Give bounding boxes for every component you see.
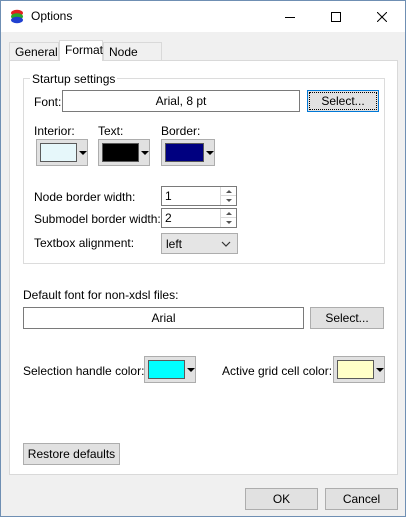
interior-label: Interior: [34,124,75,138]
startup-font-field: Arial, 8 pt [62,90,300,112]
cancel-button[interactable]: Cancel [325,488,398,510]
textbox-alignment-label: Textbox alignment: [34,236,135,250]
default-font-select-button[interactable]: Select... [310,307,384,329]
startup-settings-label: Startup settings [30,72,118,86]
submodel-border-width-spinner[interactable]: 2 [161,208,237,228]
submodel-border-spin-buttons [220,209,236,227]
border-color-swatch [165,143,204,162]
text-label: Text: [98,124,124,138]
options-dialog: Options General Format Node Grid Startup… [0,0,406,517]
text-color-button[interactable] [98,139,150,166]
border-label: Border: [161,124,201,138]
border-color-button[interactable] [161,139,215,166]
textbox-alignment-value: left [166,237,183,251]
node-border-width-label: Node border width: [34,190,136,204]
title-bar: Options [1,1,405,32]
selection-handle-color-button[interactable] [144,356,196,383]
window-title: Options [31,9,73,23]
app-icon [9,8,25,24]
interior-dropdown-arrow-icon [79,151,87,155]
close-icon [377,11,387,22]
node-border-width-spinner[interactable]: 1 [161,186,237,206]
selection-dropdown-arrow-icon [187,368,195,372]
submodel-border-width-label: Submodel border width: [34,212,161,226]
default-font-field: Arial [23,307,304,329]
spin-up-icon[interactable] [221,187,236,196]
maximize-icon [331,11,341,22]
selection-handle-color-label: Selection handle color: [23,364,145,378]
node-border-width-value: 1 [165,189,172,203]
interior-color-swatch [40,143,77,162]
startup-font-select-button[interactable]: Select... [307,90,379,112]
textbox-alignment-select[interactable]: left [161,233,238,254]
node-border-spin-buttons [220,187,236,205]
maximize-button[interactable] [313,1,359,32]
active-grid-cell-color-button[interactable] [333,356,385,383]
startup-font-select-label: Select... [309,92,377,110]
ok-button[interactable]: OK [245,488,318,510]
tab-format[interactable]: Format [59,40,103,61]
interior-color-button[interactable] [36,139,88,166]
chevron-down-icon [221,241,231,247]
close-button[interactable] [359,1,405,32]
active-grid-cell-color-label: Active grid cell color: [222,364,333,378]
spin-down-icon[interactable] [221,218,236,227]
spin-down-icon[interactable] [221,196,236,205]
selection-handle-color-swatch [148,360,185,379]
spin-up-icon[interactable] [221,209,236,218]
restore-defaults-button[interactable]: Restore defaults [23,443,120,465]
tab-general[interactable]: General [9,42,59,60]
default-font-label: Default font for non-xdsl files: [23,288,179,302]
minimize-icon [285,16,295,18]
tab-node-grid[interactable]: Node Grid [103,42,162,77]
active-grid-cell-color-swatch [337,360,374,379]
text-dropdown-arrow-icon [141,151,149,155]
minimize-button[interactable] [267,1,313,32]
text-color-swatch [102,143,139,162]
border-dropdown-arrow-icon [206,151,214,155]
submodel-border-width-value: 2 [165,211,172,225]
font-label: Font: [34,95,62,109]
grid-dropdown-arrow-icon [376,368,384,372]
